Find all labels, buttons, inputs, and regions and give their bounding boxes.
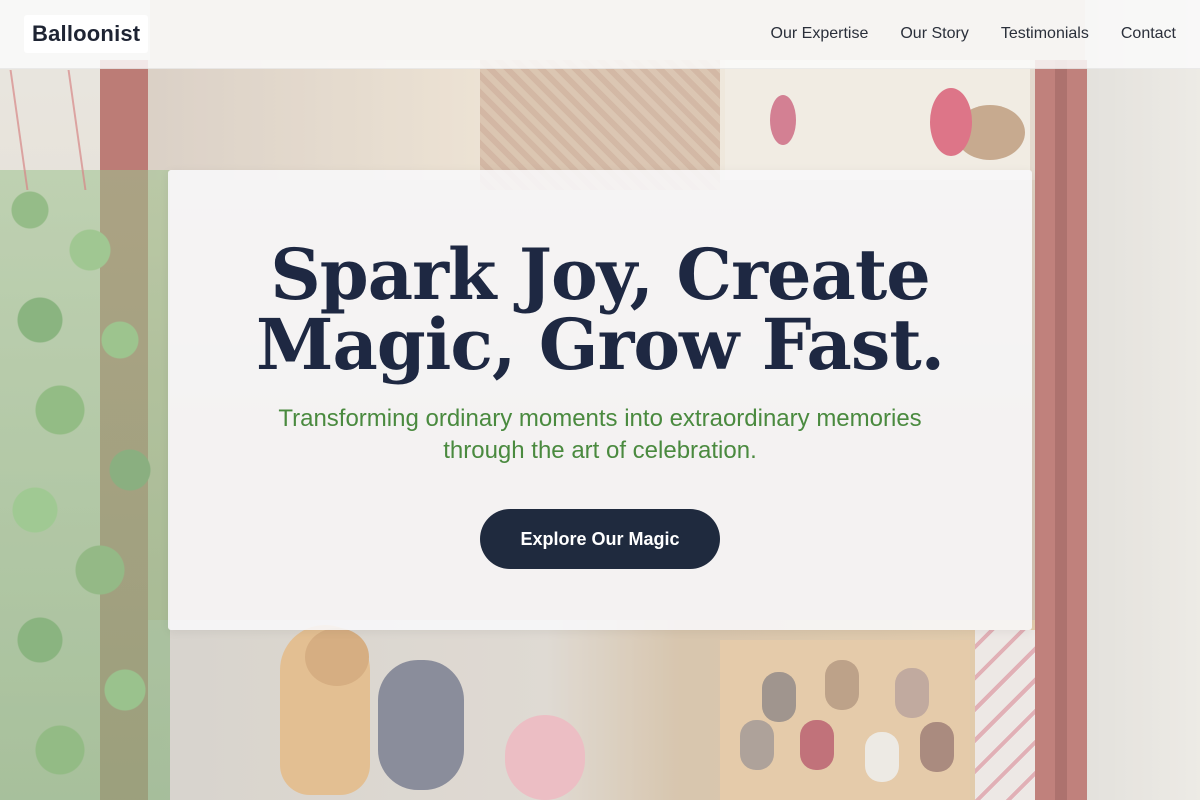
- nav-link-contact[interactable]: Contact: [1121, 25, 1176, 43]
- site-header: Balloonist Our Expertise Our Story Testi…: [0, 0, 1200, 69]
- hero-title: Spark Joy, Create Magic, Grow Fast.: [168, 170, 1032, 380]
- nav-link-our-expertise[interactable]: Our Expertise: [771, 25, 869, 43]
- main-nav: Our Expertise Our Story Testimonials Con…: [771, 25, 1176, 43]
- hero-subtitle: Transforming ordinary moments into extra…: [278, 405, 922, 464]
- explore-our-magic-button[interactable]: Explore Our Magic: [480, 509, 720, 569]
- nav-link-our-story[interactable]: Our Story: [900, 25, 968, 43]
- site-logo[interactable]: Balloonist: [24, 15, 149, 53]
- nav-link-testimonials[interactable]: Testimonials: [1001, 25, 1089, 43]
- hero-card: Spark Joy, Create Magic, Grow Fast. Tran…: [168, 170, 1032, 630]
- hero-title-line-2: Magic, Grow Fast.: [255, 303, 945, 386]
